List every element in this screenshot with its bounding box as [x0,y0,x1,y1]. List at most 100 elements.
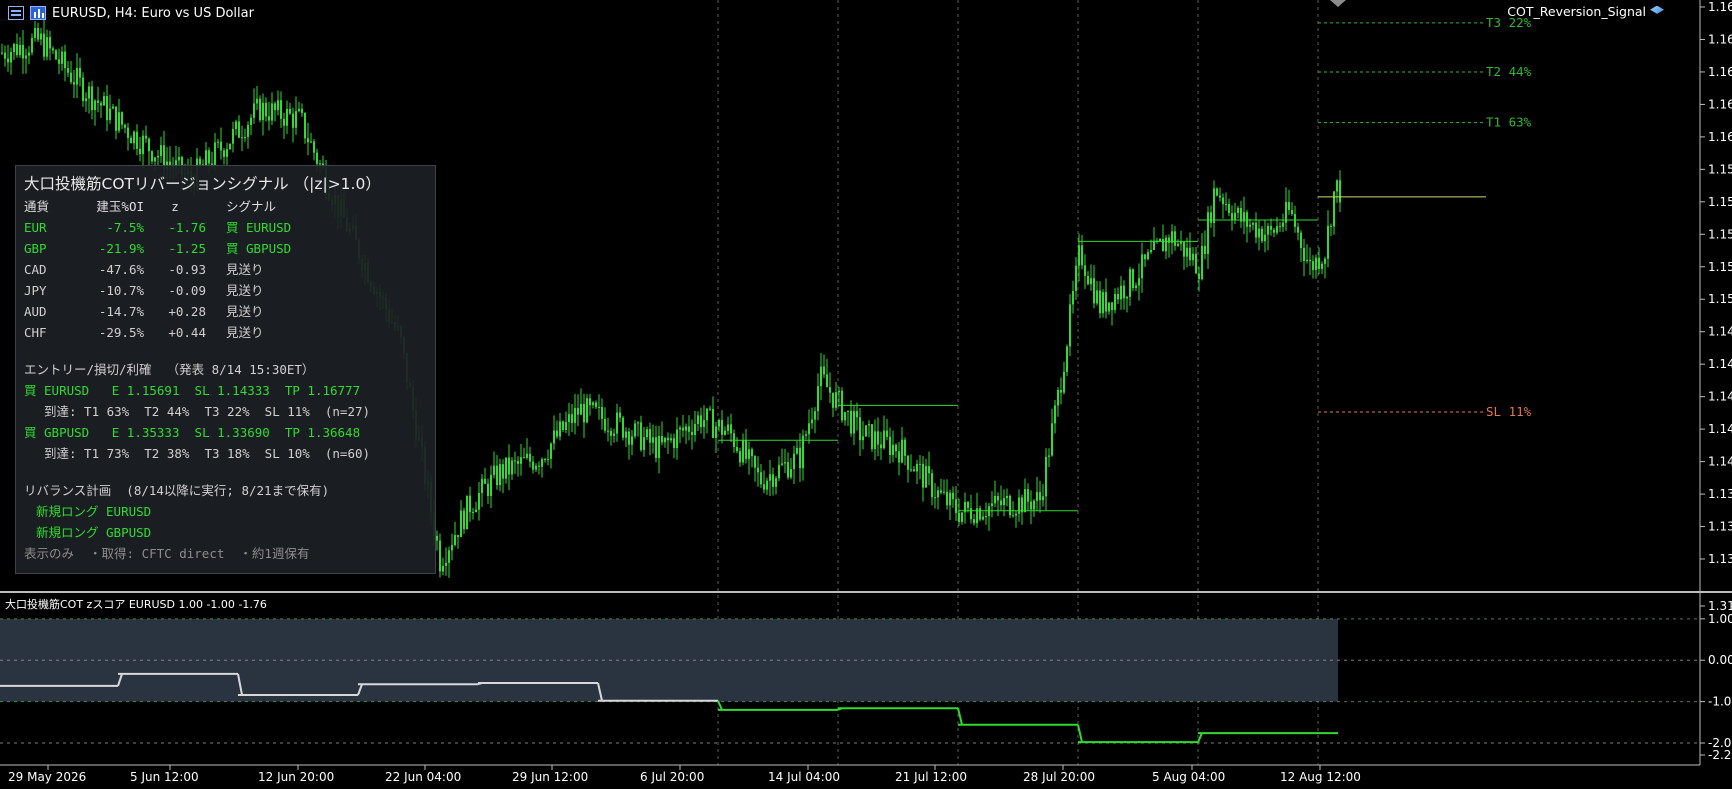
candle-body [490,474,492,496]
candle-body [820,366,822,387]
candle-body [1132,269,1134,289]
candle-body [874,431,876,450]
candle-body [265,102,267,117]
candle-body [1291,210,1293,215]
candle-body [1030,501,1032,510]
candle-body [796,447,798,454]
zscore-step [957,707,963,726]
chart-title: EURUSD, H4: Euro vs US Dollar [52,5,254,21]
candle-body [979,508,981,520]
candle-body [1066,346,1068,372]
candle-body [262,102,264,121]
candle-body [649,429,651,443]
price-label: 1.14430 [1708,390,1732,404]
candle-body [631,436,633,445]
candle-body [781,463,783,465]
candle-body [1033,500,1035,510]
candle-body [40,33,42,40]
list-icon[interactable] [8,6,24,20]
candle-body [1162,238,1164,252]
candle-body [217,141,219,143]
chart-window-icon[interactable] [30,6,46,20]
candle-body [106,96,108,121]
candle-body [934,497,936,499]
candle-body [97,100,99,103]
candle-body [604,418,606,431]
cell-oi: -29.5% [98,325,144,340]
candle-body [478,493,480,510]
candle-body [472,512,474,514]
candle-body [943,491,945,493]
candle-body [1207,212,1209,255]
candle-body [1324,258,1326,264]
candle-body [259,98,261,121]
candle-body [43,33,45,57]
price-label: 1.14225 [1708,422,1732,436]
candle-body [274,103,276,111]
candle-body [745,440,747,460]
table-header: 通貨 建玉%OI z シグナル [24,196,427,217]
candle-body [586,398,588,423]
candle-body [49,37,51,49]
candle-body [139,148,141,155]
candle-body [769,474,771,481]
candle-body [1276,226,1278,233]
candle-body [136,131,138,149]
candle-body [994,495,996,504]
candle-body [1039,492,1041,501]
expert-label[interactable]: COT_Reversion_Signal [1507,4,1664,19]
candle-body [652,437,654,443]
candle-body [67,68,69,73]
candle-body [703,420,705,428]
candle-body [214,142,216,165]
candle-body [226,149,228,157]
panel-title: 大口投機筋COTリバージョンシグナル （|z|>1.0） [24,175,381,193]
candle-body [91,86,93,111]
candle-body [715,426,717,438]
candle-body [958,512,960,522]
cell-oi: -7.5% [106,220,144,235]
candle-body [112,106,114,109]
candle-body [223,150,225,157]
candle-body [736,446,738,452]
currency-row: GBP -21.9% -1.25 買 GBPUSD [24,238,427,259]
candle-body [1099,290,1101,314]
candle-body [523,457,525,459]
candle-body [1000,500,1002,506]
candle-body [1174,231,1176,246]
candle-body [271,103,273,121]
candle-body [673,438,675,449]
candle-body [313,141,315,153]
candle-body [1129,269,1131,297]
candle-body [838,390,840,393]
currency-row: CAD -47.6% -0.93 見送り [24,259,427,280]
candle-body [1300,232,1302,249]
candle-body [256,98,258,104]
candle-body [970,508,972,520]
candle-body [580,403,582,415]
candle-body [457,535,459,537]
candle-body [967,501,969,509]
candle-body [1087,275,1089,285]
candle-body [778,464,780,479]
zscore-scale-label: -1.00 [1708,695,1732,709]
candle-body [1198,273,1200,280]
candle-body [58,59,60,64]
currency-row: JPY -10.7% -0.09 見送り [24,280,427,301]
candle-body [133,131,135,144]
candle-body [1222,197,1224,205]
trade-gbpusd: 買 GBPUSD E 1.35333 SL 1.33690 TP 1.36648 [24,425,361,440]
candle-body [1135,285,1137,289]
candle-body [454,535,456,546]
candle-body [775,478,777,487]
candle-body [808,423,810,435]
candle-body [1048,455,1050,457]
candle-body [448,550,450,563]
time-label: 14 Jul 04:00 [768,770,840,784]
candle-body [10,51,12,63]
candle-body [718,419,720,427]
candle-body [811,419,813,424]
candle-body [1060,389,1062,393]
candle-body [1153,240,1155,250]
candle-body [805,434,807,436]
